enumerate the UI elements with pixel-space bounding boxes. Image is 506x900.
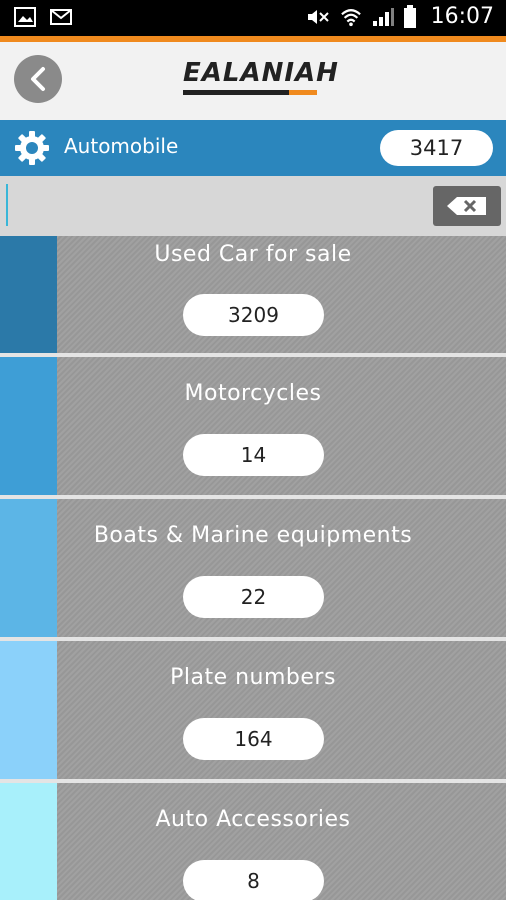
category-count-badge: 3417 [380,130,493,166]
subcategory-list: Used Car for sale 3209 Motorcycles 14 Bo… [0,236,506,900]
chevron-left-icon [31,67,45,91]
item-count-badge: 14 [183,434,324,476]
mute-icon [307,9,329,24]
list-item[interactable]: Boats & Marine equipments 22 [0,499,506,637]
list-item[interactable]: Plate numbers 164 [0,641,506,779]
image-icon [14,7,36,27]
app-logo: EALANIAH [183,58,338,98]
item-label: Boats & Marine equipments [93,523,413,548]
list-item[interactable]: Auto Accessories 8 [0,783,506,900]
signal-icon [372,7,394,26]
clear-search-button[interactable] [433,186,501,226]
category-bar: Automobile 3417 [0,120,506,176]
search-bar [0,176,506,236]
gear-icon[interactable] [14,130,50,166]
item-label: Used Car for sale [154,242,352,267]
item-count-badge: 8 [183,860,324,900]
row-color-stripe [0,357,57,495]
battery-icon [403,4,416,28]
mail-icon [50,9,72,25]
row-color-stripe [0,783,57,900]
app-header: EALANIAH [0,42,506,120]
search-input[interactable] [6,184,424,226]
list-item[interactable]: Motorcycles 14 [0,357,506,495]
item-label: Auto Accessories [155,807,351,832]
row-color-stripe [0,641,57,779]
backspace-icon [447,197,486,215]
row-color-stripe [0,499,57,637]
item-count-badge: 22 [183,576,324,618]
item-label: Motorcycles [184,381,322,406]
item-count-badge: 3209 [183,294,324,336]
wifi-icon [340,8,361,26]
back-button[interactable] [14,55,62,103]
category-title: Automobile [64,134,179,158]
item-count-badge: 164 [183,718,324,760]
logo-text: EALANIAH [183,58,339,88]
logo-underline-accent [289,90,317,95]
item-label: Plate numbers [170,665,336,690]
status-bar: 16:07 [0,0,506,36]
status-time: 16:07 [430,4,494,29]
